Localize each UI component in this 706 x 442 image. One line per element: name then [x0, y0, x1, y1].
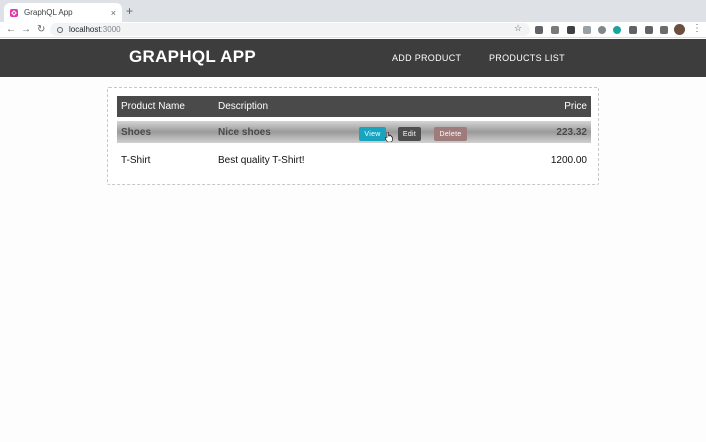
- browser-tab-strip: GraphQL App × +: [0, 0, 706, 22]
- profile-avatar[interactable]: [674, 24, 685, 35]
- browser-menu-icon[interactable]: ⋮: [692, 23, 702, 35]
- table-header: Product Name Description Price: [117, 96, 591, 117]
- reload-icon[interactable]: ↻: [37, 23, 45, 37]
- browser-toolbar: ← → ↻ localhost:3000 ☆ ⋮: [0, 22, 706, 38]
- delete-button[interactable]: Delete: [434, 127, 467, 141]
- url-port: :3000: [100, 25, 121, 34]
- header-price: Price: [564, 101, 587, 112]
- extension-icon[interactable]: [583, 26, 591, 34]
- extension-icon[interactable]: [535, 26, 543, 34]
- graphql-favicon-icon: [10, 8, 18, 17]
- new-tab-button[interactable]: +: [126, 4, 133, 18]
- app-navbar: GRAPHQL APP ADD PRODUCT PRODUCTS LIST: [0, 39, 706, 77]
- app-brand[interactable]: GRAPHQL APP: [129, 47, 256, 67]
- extension-icon[interactable]: [629, 26, 637, 34]
- table-row[interactable]: T-Shirt Best quality T-Shirt! 1200.00: [117, 150, 591, 172]
- nav-add-product[interactable]: ADD PRODUCT: [392, 53, 461, 63]
- address-bar[interactable]: localhost:3000: [50, 23, 530, 36]
- extensions-puzzle-icon[interactable]: [645, 26, 653, 34]
- cell-description: Best quality T-Shirt!: [218, 155, 305, 166]
- bookmark-star-icon[interactable]: ☆: [514, 23, 522, 34]
- header-product-name: Product Name: [121, 101, 185, 112]
- hand-cursor-icon: [385, 132, 393, 142]
- tab-close-icon[interactable]: ×: [111, 8, 116, 18]
- forward-icon[interactable]: →: [21, 23, 31, 37]
- browser-tab-title: GraphQL App: [24, 8, 73, 17]
- cell-price: 223.32: [556, 127, 587, 138]
- cell-description: Nice shoes: [218, 127, 271, 138]
- view-button[interactable]: View: [359, 127, 386, 141]
- extension-icon[interactable]: [551, 26, 559, 34]
- cell-name: T-Shirt: [121, 155, 151, 166]
- header-description: Description: [218, 101, 269, 112]
- products-card: Product Name Description Price Shoes Nic…: [107, 87, 599, 185]
- nav-products-list[interactable]: PRODUCTS LIST: [489, 53, 565, 63]
- extension-icon[interactable]: [598, 26, 606, 34]
- browser-tab[interactable]: GraphQL App ×: [4, 3, 122, 22]
- back-icon[interactable]: ←: [6, 23, 16, 37]
- cell-name: Shoes: [121, 127, 152, 138]
- extension-icon[interactable]: [567, 26, 575, 34]
- extension-icon[interactable]: [613, 26, 621, 34]
- table-row[interactable]: Shoes Nice shoes View Edit Delete 223.32: [117, 121, 591, 143]
- extension-icon[interactable]: [660, 26, 668, 34]
- info-icon[interactable]: [57, 26, 63, 33]
- cell-price: 1200.00: [550, 155, 587, 166]
- url-host: localhost: [69, 25, 101, 34]
- edit-button[interactable]: Edit: [398, 127, 421, 141]
